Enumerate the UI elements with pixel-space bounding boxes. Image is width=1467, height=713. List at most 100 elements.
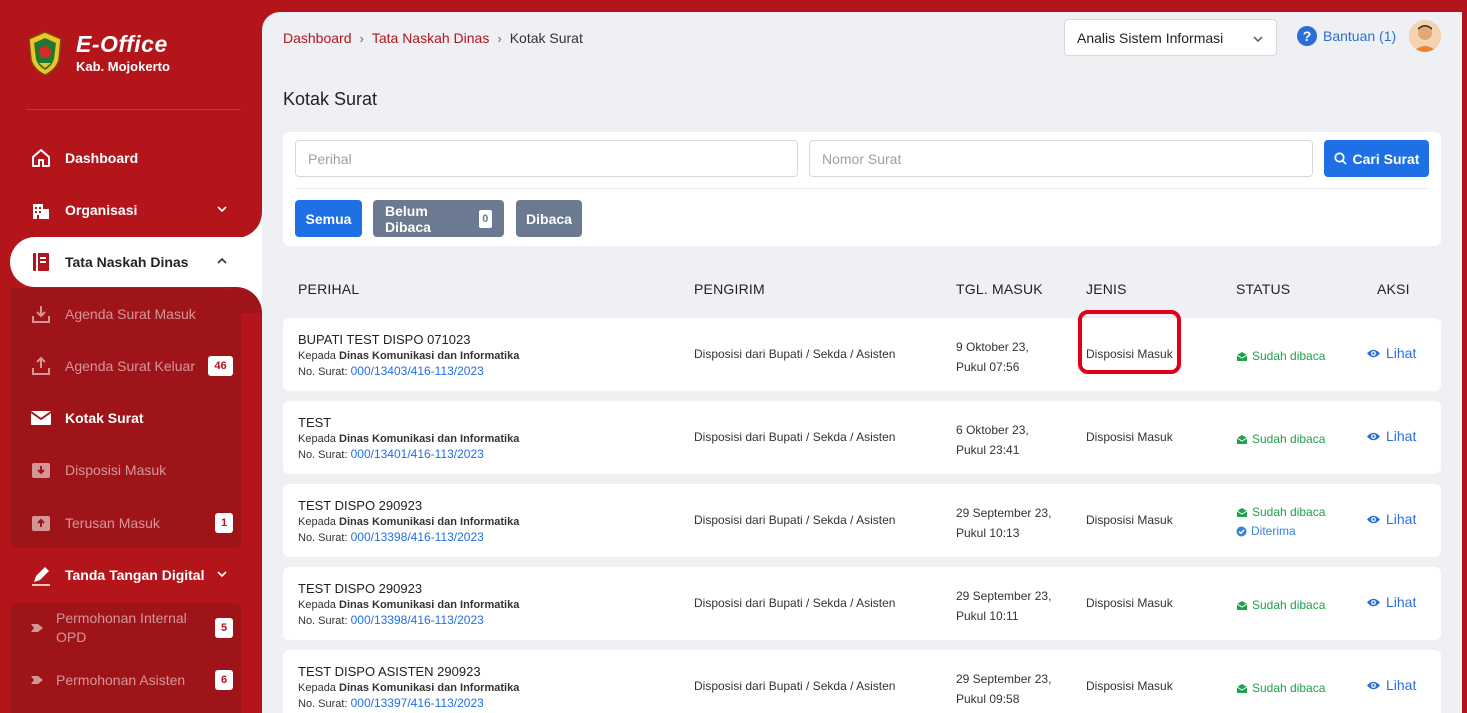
cell-tgl-masuk: 9 Oktober 23, Pukul 07:56 xyxy=(956,337,1029,377)
tab-semua[interactable]: Semua xyxy=(295,200,362,237)
sidebar-item-agenda-surat-masuk[interactable]: Agenda Surat Masuk xyxy=(10,289,241,339)
cell-perihal: TEST DISPO ASISTEN 290923 Kepada Dinas K… xyxy=(298,664,519,712)
nav-tanda-tangan-digital[interactable]: Tanda Tangan Digital xyxy=(10,550,241,600)
column-header-perihal: PERIHAL xyxy=(298,281,360,297)
cell-status: Sudah dibaca xyxy=(1236,430,1325,449)
filter-card: Cari Surat Semua Belum Dibaca 0 Dibaca xyxy=(283,132,1441,246)
role-select[interactable]: Analis Sistem Informasi xyxy=(1064,19,1277,56)
arrow-right-icon xyxy=(30,623,44,633)
book-icon xyxy=(30,251,52,273)
building-icon xyxy=(30,199,52,221)
view-button[interactable]: Lihat xyxy=(1366,511,1416,527)
help-link[interactable]: ? Bantuan (1) xyxy=(1297,26,1396,46)
cell-jenis: Disposisi Masuk xyxy=(1086,430,1173,444)
view-button[interactable]: Lihat xyxy=(1366,428,1416,444)
status-sudah-dibaca: Sudah dibaca xyxy=(1236,679,1325,698)
letter-number-prefix: No. Surat: xyxy=(298,698,348,710)
sidebar-item-terusan-masuk[interactable]: Terusan Masuk 1 xyxy=(10,498,241,548)
table-row[interactable]: BUPATI TEST DISPO 071023 Kepada Dinas Ko… xyxy=(283,318,1441,391)
cell-jenis: Disposisi Masuk xyxy=(1086,679,1173,693)
letter-number: No. Surat: 000/13397/416-113/2023 xyxy=(298,696,519,712)
nav-active-notch xyxy=(230,212,262,238)
nav-dashboard-label: Dashboard xyxy=(65,150,139,166)
column-header-status: STATUS xyxy=(1236,281,1291,297)
envelope-open-icon xyxy=(1236,601,1248,610)
recipient: Kepada Dinas Komunikasi dan Informatika xyxy=(298,681,519,696)
role-select-value: Analis Sistem Informasi xyxy=(1077,30,1224,46)
letter-number-link[interactable]: 000/13401/416-113/2023 xyxy=(351,447,484,461)
nav-organisasi-label: Organisasi xyxy=(65,202,138,218)
cell-tgl-masuk: 29 September 23, Pukul 09:58 xyxy=(956,669,1051,709)
letter-number-link[interactable]: 000/13397/416-113/2023 xyxy=(351,696,484,710)
eye-icon xyxy=(1367,598,1380,606)
tab-belum-dibaca[interactable]: Belum Dibaca 0 xyxy=(373,200,504,237)
view-button[interactable]: Lihat xyxy=(1366,677,1416,693)
column-header-tgl-masuk: TGL. MASUK xyxy=(956,281,1043,297)
recipient-prefix: Kepada xyxy=(298,599,336,611)
view-button-label: Lihat xyxy=(1386,594,1417,610)
eye-icon xyxy=(1367,432,1380,440)
brand-subtitle: Kab. Mojokerto xyxy=(76,59,170,74)
letter-number-link[interactable]: 000/13398/416-113/2023 xyxy=(351,613,484,627)
sidebar-item-permohonan-internal-opd[interactable]: Permohonan Internal OPD 5 xyxy=(10,603,241,653)
sidebar-item-kotak-surat[interactable]: Kotak Surat xyxy=(10,393,241,443)
recipient: Kepada Dinas Komunikasi dan Informatika xyxy=(298,432,519,447)
check-badge-icon xyxy=(1236,526,1247,537)
view-button-label: Lihat xyxy=(1386,677,1417,693)
letter-number: No. Surat: 000/13398/416-113/2023 xyxy=(298,530,519,546)
cell-tgl-masuk: 29 September 23, Pukul 10:13 xyxy=(956,503,1051,543)
sidebar: E-Office Kab. Mojokerto Dashboard Organi… xyxy=(0,0,262,713)
count-badge: 1 xyxy=(215,513,233,533)
cell-perihal: TEST DISPO 290923 Kepada Dinas Komunikas… xyxy=(298,498,519,546)
perihal-input[interactable] xyxy=(295,140,798,177)
cell-jenis: Disposisi Masuk xyxy=(1086,347,1173,361)
table-row[interactable]: TEST Kepada Dinas Komunikasi dan Informa… xyxy=(283,401,1441,474)
letter-number-link[interactable]: 000/13403/416-113/2023 xyxy=(351,364,484,378)
nav-dashboard[interactable]: Dashboard xyxy=(10,133,241,183)
search-icon xyxy=(1333,152,1347,165)
table-row[interactable]: TEST DISPO 290923 Kepada Dinas Komunikas… xyxy=(283,567,1441,640)
envelope-open-icon xyxy=(1236,508,1248,517)
brand[interactable]: E-Office Kab. Mojokerto xyxy=(26,30,170,76)
sidebar-item-label: Disposisi Masuk xyxy=(65,462,167,478)
nav-tanda-tangan-label: Tanda Tangan Digital xyxy=(65,567,205,583)
breadcrumb-tata-naskah[interactable]: Tata Naskah Dinas xyxy=(372,30,490,46)
sidebar-item-agenda-surat-keluar[interactable]: Agenda Surat Keluar 46 xyxy=(10,341,241,391)
nomor-surat-input[interactable] xyxy=(809,140,1313,177)
sidebar-item-label: Terusan Masuk xyxy=(65,515,160,531)
tgl-time: Pukul 07:56 xyxy=(956,360,1020,374)
avatar[interactable] xyxy=(1409,20,1441,52)
letter-number: No. Surat: 000/13403/416-113/2023 xyxy=(298,364,519,380)
sidebar-item-label: Permohonan Internal OPD xyxy=(56,610,187,645)
sidebar-item-permohonan-asisten[interactable]: Permohonan Asisten 6 xyxy=(10,655,241,705)
recipient-prefix: Kepada xyxy=(298,350,336,362)
perihal-title: TEST DISPO 290923 xyxy=(298,581,423,596)
eye-icon xyxy=(1367,681,1380,689)
cell-pengirim: Disposisi dari Bupati / Sekda / Asisten xyxy=(694,513,896,527)
table-row[interactable]: TEST DISPO ASISTEN 290923 Kepada Dinas K… xyxy=(283,650,1441,713)
breadcrumb-current: Kotak Surat xyxy=(509,30,583,46)
sidebar-item-label: Kotak Surat xyxy=(65,410,144,426)
status-sudah-dibaca: Sudah dibaca xyxy=(1236,430,1325,449)
perihal-title: TEST DISPO 290923 xyxy=(298,498,423,513)
letter-number-prefix: No. Surat: xyxy=(298,366,348,378)
recipient-prefix: Kepada xyxy=(298,516,336,528)
search-button[interactable]: Cari Surat xyxy=(1324,140,1429,177)
status-sudah-label: Sudah dibaca xyxy=(1252,505,1326,519)
nav-tata-naskah-dinas[interactable]: Tata Naskah Dinas xyxy=(10,237,262,287)
table-row[interactable]: TEST DISPO 290923 Kepada Dinas Komunikas… xyxy=(283,484,1441,557)
envelope-open-icon xyxy=(1236,352,1248,361)
view-button[interactable]: Lihat xyxy=(1366,345,1416,361)
breadcrumb-dashboard[interactable]: Dashboard xyxy=(283,30,352,46)
status-diterima: Diterima xyxy=(1236,522,1325,541)
sidebar-item-disposisi-masuk[interactable]: Disposisi Masuk xyxy=(10,445,241,495)
recipient-name: Dinas Komunikasi dan Informatika xyxy=(339,682,520,694)
nav-organisasi[interactable]: Organisasi xyxy=(10,185,241,235)
letter-number-link[interactable]: 000/13398/416-113/2023 xyxy=(351,530,484,544)
recipient: Kepada Dinas Komunikasi dan Informatika xyxy=(298,515,519,530)
tab-dibaca[interactable]: Dibaca xyxy=(516,200,582,237)
arrow-right-icon xyxy=(30,675,44,685)
letter-number: No. Surat: 000/13401/416-113/2023 xyxy=(298,447,519,463)
view-button[interactable]: Lihat xyxy=(1366,594,1416,610)
cell-perihal: BUPATI TEST DISPO 071023 Kepada Dinas Ko… xyxy=(298,332,519,380)
